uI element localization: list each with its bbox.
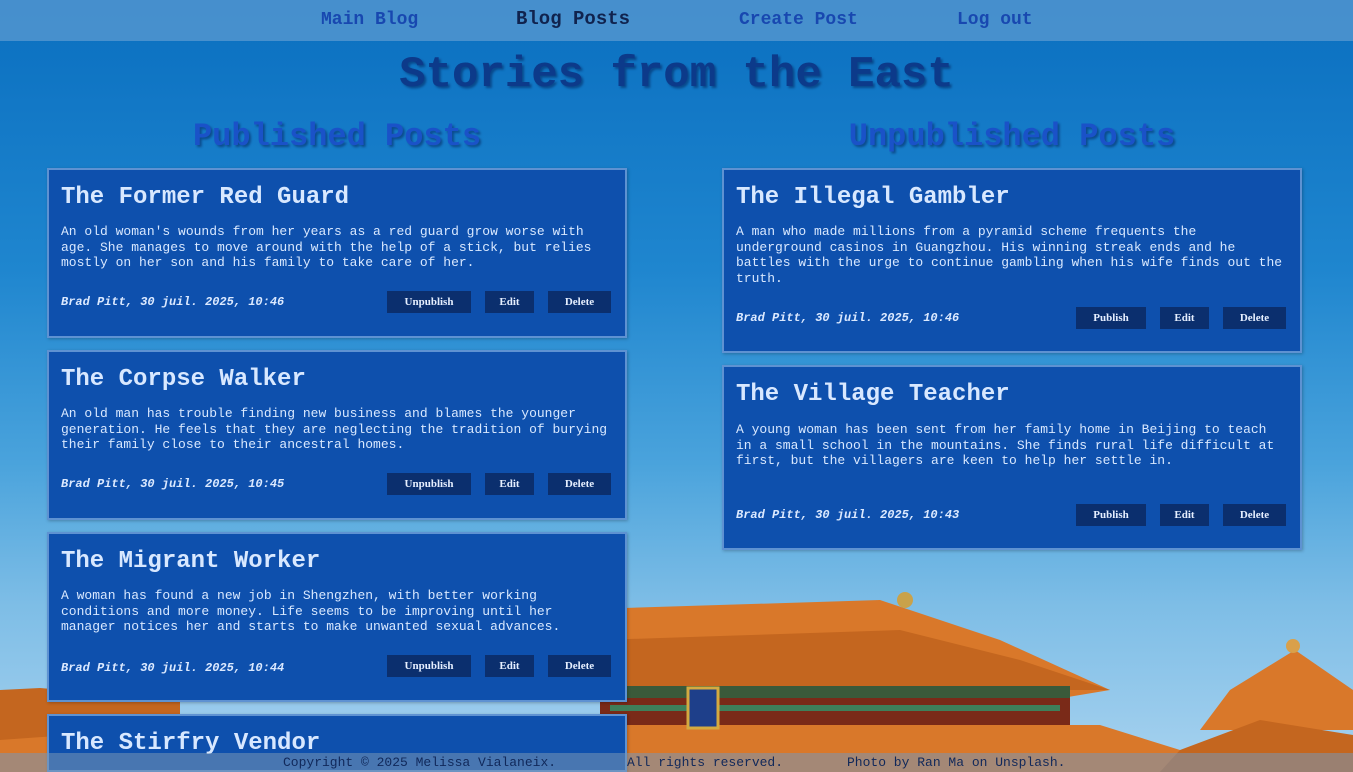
nav-link-log-out[interactable]: Log out [957,10,1033,30]
post-title[interactable]: The Former Red Guard [61,184,349,211]
post-title[interactable]: The Migrant Worker [61,548,320,575]
unpublish-button[interactable]: Unpublish [387,473,471,495]
post-meta: Brad Pitt, 30 juil. 2025, 10:44 [61,661,285,675]
footer-rights: All rights reserved. [627,755,784,770]
post-title[interactable]: The Illegal Gambler [736,184,1010,211]
post-card: The Migrant Worker A woman has found a n… [47,532,627,702]
post-title[interactable]: The Corpse Walker [61,366,306,393]
post-summary: An old man has trouble finding new busin… [61,406,608,452]
page-title: Stories from the East [399,50,954,100]
post-meta: Brad Pitt, 30 juil. 2025, 10:45 [61,477,285,491]
post-summary: A young woman has been sent from her fam… [736,422,1275,468]
publish-button[interactable]: Publish [1076,307,1146,329]
post-title[interactable]: The Village Teacher [736,381,1010,408]
edit-button[interactable]: Edit [485,291,534,313]
unpublished-posts-heading: Unpublished Posts [848,118,1176,155]
post-meta: Brad Pitt, 30 juil. 2025, 10:46 [61,295,285,309]
footer-photo-credit[interactable]: Photo by Ran Ma on Unsplash. [847,755,1065,770]
unpublish-button[interactable]: Unpublish [387,291,471,313]
edit-button[interactable]: Edit [1160,307,1209,329]
footer-copyright: Copyright © 2025 Melissa Vialaneix. [283,755,557,770]
unpublish-button[interactable]: Unpublish [387,655,471,677]
delete-button[interactable]: Delete [548,291,611,313]
post-card: The Former Red Guard An old woman's woun… [47,168,627,338]
post-meta: Brad Pitt, 30 juil. 2025, 10:46 [736,311,960,325]
delete-button[interactable]: Delete [548,473,611,495]
post-card: The Village Teacher A young woman has be… [722,365,1302,550]
post-summary: A woman has found a new job in Shengzhen… [61,588,561,634]
post-card: The Illegal Gambler A man who made milli… [722,168,1302,353]
edit-button[interactable]: Edit [485,473,534,495]
post-card: The Corpse Walker An old man has trouble… [47,350,627,520]
post-summary: An old woman's wounds from her years as … [61,224,592,270]
footer: Copyright © 2025 Melissa Vialaneix. All … [0,753,1353,772]
publish-button[interactable]: Publish [1076,504,1146,526]
nav-link-blog-posts[interactable]: Blog Posts [516,8,630,30]
nav-link-main-blog[interactable]: Main Blog [321,10,418,30]
post-summary: A man who made millions from a pyramid s… [736,224,1283,286]
published-posts-heading: Published Posts [192,118,482,155]
delete-button[interactable]: Delete [1223,307,1286,329]
edit-button[interactable]: Edit [1160,504,1209,526]
top-nav-bar: Main Blog Blog Posts Create Post Log out [0,0,1353,41]
delete-button[interactable]: Delete [548,655,611,677]
delete-button[interactable]: Delete [1223,504,1286,526]
nav-link-create-post[interactable]: Create Post [739,10,858,30]
edit-button[interactable]: Edit [485,655,534,677]
post-meta: Brad Pitt, 30 juil. 2025, 10:43 [736,508,960,522]
